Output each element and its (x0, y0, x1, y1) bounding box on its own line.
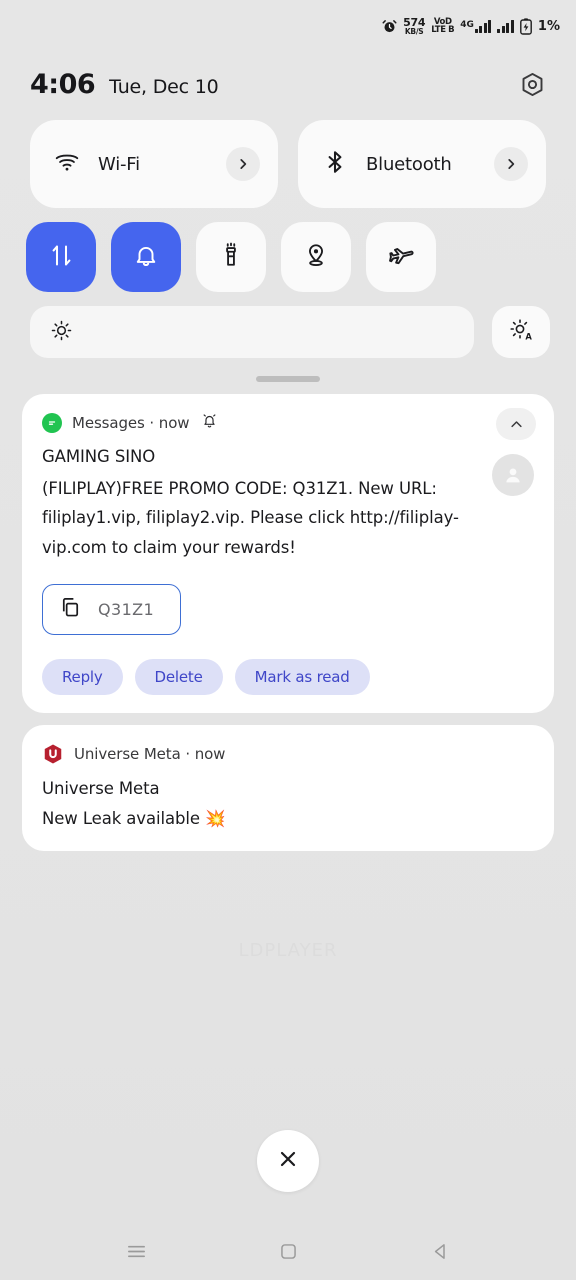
recents-menu-icon[interactable] (108, 1228, 164, 1274)
bell-icon (133, 242, 159, 272)
shade-header: 4:06 Tue, Dec 10 (0, 52, 576, 112)
svg-text:A: A (525, 331, 532, 341)
bluetooth-icon (322, 149, 348, 179)
qs-toggle-flashlight[interactable] (196, 222, 266, 292)
notification-universe-meta[interactable]: Universe Meta · now Universe Meta New Le… (22, 725, 554, 852)
back-triangle-icon[interactable] (412, 1228, 468, 1274)
drag-handle[interactable] (256, 376, 320, 382)
gear-icon[interactable] (514, 66, 550, 102)
notification-body: New Leak available 💥 (42, 809, 226, 829)
shade-drag-handle-wrap (0, 358, 576, 394)
chevron-right-icon[interactable] (494, 147, 528, 181)
volte-indicator: VoD LTE B (431, 16, 455, 35)
qs-tile-wifi[interactable]: Wi-Fi (30, 120, 278, 208)
person-avatar-icon (492, 454, 534, 496)
bell-ringing-icon (201, 412, 218, 433)
data-transfer-icon (48, 242, 75, 273)
qs-tile-wifi-label: Wi-Fi (98, 153, 140, 175)
notification-title: GAMING SINO (42, 447, 156, 466)
chevron-up-icon[interactable] (496, 408, 536, 440)
alarm-clock-icon (382, 19, 397, 34)
quick-settings-toggles (0, 208, 576, 292)
network-speed-indicator: 574 KB/S (403, 15, 426, 36)
clock-date: Tue, Dec 10 (109, 75, 219, 98)
battery-charging-icon (520, 17, 532, 35)
chevron-right-icon[interactable] (226, 147, 260, 181)
signal-bars-icon: 4G (460, 19, 492, 33)
brightness-slider[interactable] (30, 306, 474, 358)
notification-body: (FILIPLAY)FREE PROMO CODE: Q31Z1. New UR… (42, 479, 459, 557)
navigation-bar (0, 1222, 576, 1280)
mark-as-read-button[interactable]: Mark as read (234, 659, 370, 696)
home-square-icon[interactable] (260, 1228, 316, 1274)
notification-source: Universe Meta · now (74, 745, 226, 764)
delete-button[interactable]: Delete (134, 659, 223, 696)
qs-toggle-location[interactable] (281, 222, 351, 292)
brightness-icon (50, 319, 73, 346)
clear-all-wrap (0, 1130, 576, 1192)
signal-bars-icon-secondary (497, 19, 514, 33)
battery-percentage: 1% (537, 18, 560, 34)
reply-button[interactable]: Reply (42, 659, 123, 696)
notification-messages[interactable]: Messages · now GAMING SINO (FILIPLAY)FRE… (22, 394, 554, 714)
copy-promo-code-chip[interactable]: Q31Z1 (42, 584, 182, 636)
promo-code-text: Q31Z1 (98, 600, 155, 620)
wifi-icon (54, 149, 80, 179)
brightness-row: A (0, 292, 576, 358)
brightness-auto-button[interactable]: A (492, 306, 550, 358)
flashlight-icon (218, 242, 244, 272)
messages-icon (42, 412, 62, 433)
notification-header: Messages · now (42, 408, 536, 440)
copy-icon (59, 596, 82, 623)
universe-meta-icon (42, 743, 64, 765)
location-pin-icon (303, 242, 329, 272)
quick-settings-big-tiles: Wi-Fi Bluetooth (0, 112, 576, 208)
qs-tile-bluetooth-label: Bluetooth (366, 153, 452, 175)
brightness-auto-icon: A (509, 318, 533, 346)
qs-toggle-airplane-mode[interactable] (366, 222, 436, 292)
qs-toggle-mobile-data[interactable] (26, 222, 96, 292)
qs-tile-bluetooth[interactable]: Bluetooth (298, 120, 546, 208)
status-bar: 574 KB/S VoD LTE B 4G 1% (0, 0, 576, 52)
qs-toggle-ringer[interactable] (111, 222, 181, 292)
notification-shade: 574 KB/S VoD LTE B 4G 1% 4:06 Tue, Dec 1… (0, 0, 576, 1280)
close-icon (276, 1147, 300, 1175)
notification-header: Universe Meta · now (42, 743, 534, 765)
clock-time: 4:06 (30, 68, 96, 100)
clear-all-button[interactable] (257, 1130, 319, 1192)
clock-block: 4:06 Tue, Dec 10 (30, 69, 219, 100)
notification-source: Messages · now (72, 413, 190, 432)
watermark: LDPLAYER (238, 940, 338, 961)
notification-list: Messages · now GAMING SINO (FILIPLAY)FRE… (0, 394, 576, 852)
airplane-icon (388, 242, 415, 273)
notification-title: Universe Meta (42, 779, 160, 799)
notification-actions: Reply Delete Mark as read (42, 659, 534, 696)
